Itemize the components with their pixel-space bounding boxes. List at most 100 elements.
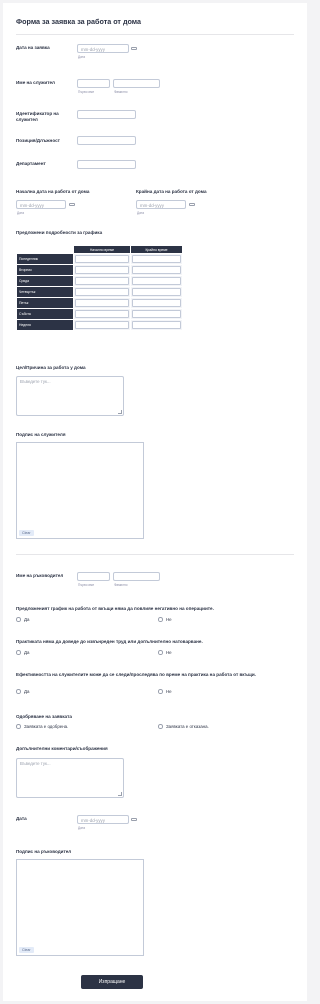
start-date-sublabel: Дата (17, 211, 25, 215)
q2-yes-label: Да (24, 650, 30, 655)
position-label: Позиция/Длъжност (16, 138, 60, 143)
purpose-label: Цел/Причина за работа у дома (16, 365, 86, 370)
start-time-input[interactable] (75, 288, 130, 296)
schedule-col-start: Начално време (72, 245, 132, 254)
end-time-input[interactable] (132, 299, 181, 307)
table-row: Петък (16, 297, 183, 309)
department-label: Департамент (16, 161, 46, 166)
table-row: Понеделник (16, 253, 183, 265)
calendar-icon[interactable] (189, 203, 195, 206)
comments-placeholder: Въведете тук... (20, 761, 51, 766)
manager-name-label: Име на ръководител (16, 573, 64, 578)
start-time-input[interactable] (75, 299, 130, 307)
schedule-day: Сряда (16, 275, 74, 287)
clear-signature-button[interactable]: Clear (19, 530, 34, 536)
q1-label: Предложеният график на работа от вкъщи н… (16, 606, 214, 611)
start-time-input[interactable] (75, 255, 130, 263)
end-time-input[interactable] (132, 321, 181, 329)
form-title: Форма за заявка за работа от дома (16, 17, 142, 26)
resize-handle-icon[interactable] (118, 792, 122, 796)
q3-no-radio[interactable] (158, 689, 163, 694)
table-row: Четвъртък (16, 286, 183, 298)
employee-first-name-input[interactable] (77, 79, 110, 88)
comments-textarea[interactable]: Въведете тук... (16, 758, 124, 798)
manager-last-name-input[interactable] (113, 572, 160, 581)
q3-label: Ефективността на служителите може да се … (16, 672, 256, 677)
end-time-input[interactable] (132, 277, 181, 285)
table-row: Неделя (16, 319, 183, 331)
employee-id-label: Идентификатор на служител (16, 111, 59, 122)
schedule-table: Начално време Крайно време Понеделник Вт… (16, 245, 183, 331)
start-time-input[interactable] (75, 266, 130, 274)
schedule-day: Вторник (16, 264, 74, 276)
approval-approved-label: Заявката е одобрена. (24, 724, 69, 729)
schedule-day: Четвъртък (16, 286, 74, 298)
schedule-col-end: Крайно време (130, 245, 183, 254)
title-divider (16, 34, 294, 35)
employee-last-name-input[interactable] (113, 79, 160, 88)
calendar-icon[interactable] (69, 203, 75, 206)
end-time-input[interactable] (132, 288, 181, 296)
manager-first-name-input[interactable] (77, 572, 110, 581)
start-date-label: Начална дата на работа от дома (16, 189, 90, 194)
approval-approved-radio[interactable] (16, 724, 21, 729)
clear-signature-button[interactable]: Clear (19, 947, 34, 953)
first-name-sublabel: Първо име (78, 90, 95, 94)
form-card: Форма за заявка за работа от дома Дата н… (3, 3, 307, 1001)
request-date-sublabel: Дата (78, 55, 86, 59)
approval-label: Одобряване на заявката (16, 714, 72, 719)
first-name-sublabel: Първо име (78, 583, 95, 587)
end-date-input[interactable]: mm-dd-yyyy (136, 200, 186, 209)
start-date-input[interactable]: mm-dd-yyyy (16, 200, 66, 209)
end-time-input[interactable] (132, 310, 181, 318)
position-input[interactable] (77, 136, 136, 145)
schedule-day: Петък (16, 297, 74, 309)
approval-rejected-label: Заявката е отказана. (166, 724, 209, 729)
department-input[interactable] (77, 160, 136, 169)
end-time-input[interactable] (132, 255, 181, 263)
manager-date-label: Дата (16, 816, 27, 821)
manager-date-input[interactable]: mm-dd-yyyy (77, 815, 129, 824)
calendar-icon[interactable] (131, 818, 137, 821)
end-time-input[interactable] (132, 266, 181, 274)
last-name-sublabel: Фамилно (114, 583, 128, 587)
q1-yes-radio[interactable] (16, 617, 21, 622)
manager-signature-pad[interactable]: Clear (16, 859, 144, 956)
start-time-input[interactable] (75, 310, 130, 318)
employee-id-input[interactable] (77, 110, 136, 119)
q1-no-radio[interactable] (158, 617, 163, 622)
q1-no-label: Не (166, 617, 172, 622)
table-row: Сряда (16, 275, 183, 287)
employee-signature-label: Подпис на служителя (16, 432, 66, 437)
q2-no-radio[interactable] (158, 650, 163, 655)
q3-no-label: Не (166, 689, 172, 694)
section-divider (16, 554, 294, 555)
q2-no-label: Не (166, 650, 172, 655)
purpose-textarea[interactable]: Въведете тук... (16, 376, 124, 416)
q1-yes-label: Да (24, 617, 30, 622)
comments-label: Допълнителни коментари/съображения (16, 746, 108, 751)
submit-button[interactable]: Изпращане (81, 975, 143, 989)
employee-signature-pad[interactable]: Clear (16, 442, 144, 539)
resize-handle-icon[interactable] (118, 410, 122, 414)
start-time-input[interactable] (75, 321, 130, 329)
q3-yes-label: Да (24, 689, 30, 694)
last-name-sublabel: Фамилно (114, 90, 128, 94)
table-row: Събота (16, 308, 183, 320)
end-date-label: Крайна дата на работа от дома (136, 189, 207, 194)
manager-signature-label: Подпис на ръководител (16, 849, 72, 854)
q2-label: Практиката няма да доведе до извънреден … (16, 639, 203, 644)
table-row: Вторник (16, 264, 183, 276)
schedule-corner (16, 245, 74, 254)
calendar-icon[interactable] (131, 47, 137, 50)
request-date-input[interactable]: mm-dd-yyyy (77, 44, 129, 53)
schedule-day: Понеделник (16, 253, 74, 265)
request-date-label: Дата на заявка (16, 45, 50, 50)
end-date-sublabel: Дата (137, 211, 145, 215)
q2-yes-radio[interactable] (16, 650, 21, 655)
start-time-input[interactable] (75, 277, 130, 285)
schedule-day: Събота (16, 308, 74, 320)
q3-yes-radio[interactable] (16, 689, 21, 694)
approval-rejected-radio[interactable] (158, 724, 163, 729)
purpose-placeholder: Въведете тук... (20, 379, 51, 384)
